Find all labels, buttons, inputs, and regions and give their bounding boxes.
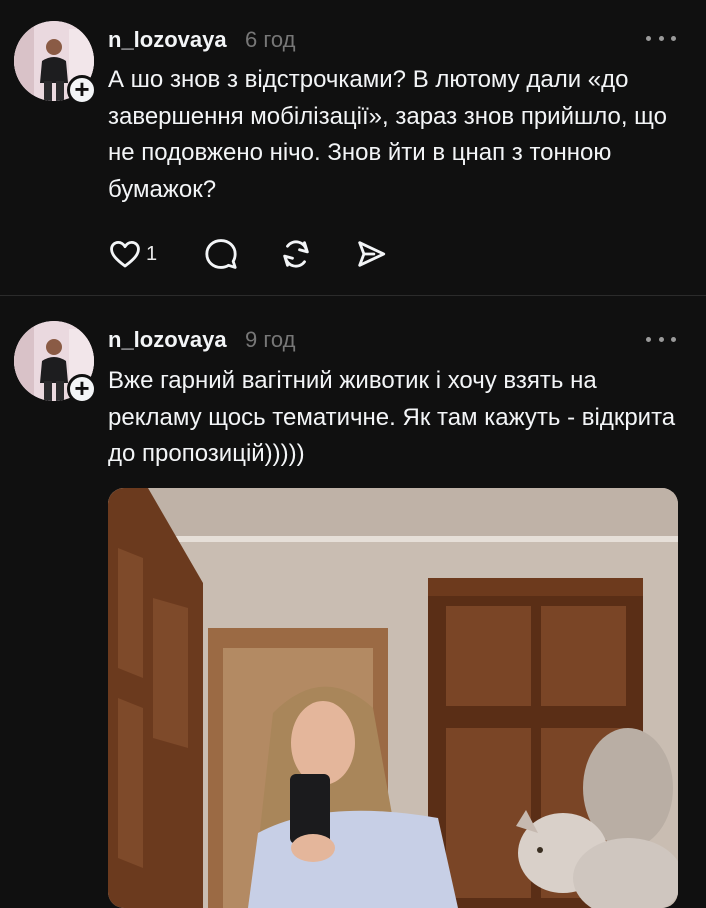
comment-button[interactable] — [204, 236, 238, 272]
post-time: 6 год — [245, 27, 296, 52]
repost-icon — [283, 240, 309, 268]
post-text: А шо знов з відстрочками? В лютому дали … — [108, 66, 668, 203]
like-button[interactable]: 1 — [108, 236, 157, 272]
follow-plus-icon[interactable]: + — [67, 374, 97, 404]
comment-icon — [205, 239, 237, 269]
username[interactable]: n_lozovaya — [108, 327, 227, 353]
send-icon — [358, 241, 386, 267]
more-icon[interactable] — [646, 334, 676, 344]
share-button[interactable] — [354, 236, 388, 272]
like-count: 1 — [146, 242, 158, 265]
heart-icon — [110, 240, 140, 268]
post-image[interactable] — [108, 488, 678, 908]
follow-plus-icon[interactable]: + — [67, 75, 97, 105]
post: + n_lozovaya 6 год А шо знов з відстрочк… — [0, 0, 706, 296]
post: + n_lozovaya 9 год Вже гарний вагітний ж… — [0, 297, 706, 908]
username[interactable]: n_lozovaya — [108, 27, 227, 53]
post-divider — [0, 295, 706, 296]
post-text: Вже гарний вагітний животик і хочу взять… — [108, 367, 676, 467]
repost-button[interactable] — [279, 236, 313, 272]
post-time: 9 год — [245, 327, 296, 352]
more-icon[interactable] — [646, 33, 676, 43]
